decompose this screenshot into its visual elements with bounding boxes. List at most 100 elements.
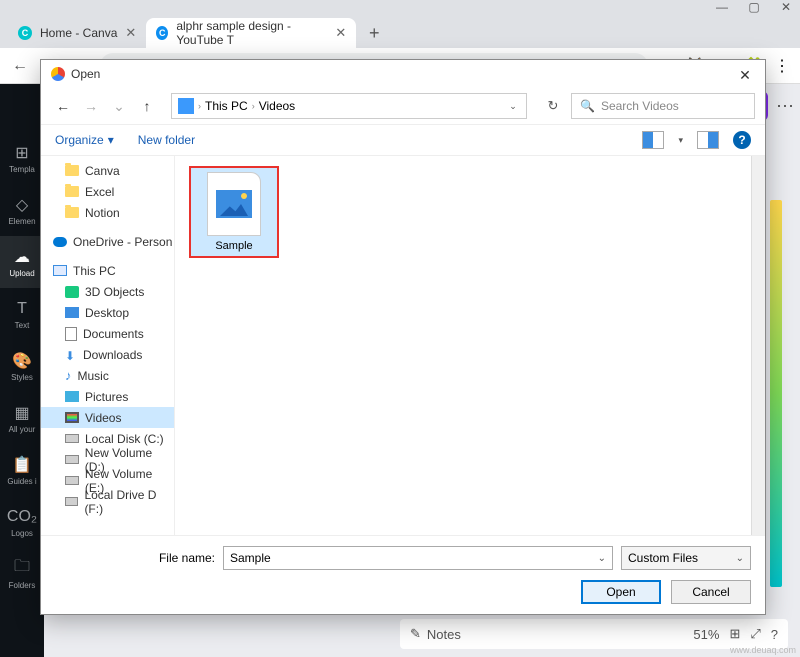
tree-item-onedrive[interactable]: OneDrive - Person <box>41 231 174 252</box>
expand-icon[interactable]: ⤢ <box>750 626 760 642</box>
nav-up-button[interactable]: ↑ <box>135 98 159 114</box>
chevron-right-icon: › <box>252 101 255 111</box>
tree-item-canva[interactable]: Canva <box>41 160 174 181</box>
dialog-footer: File name: Sample ⌄ Custom Files ⌄ Open … <box>41 535 765 614</box>
sidebar-item-folders[interactable]: 🗀Folders <box>0 548 44 600</box>
videos-folder-icon <box>178 98 194 114</box>
tree-item-downloads[interactable]: ⬇Downloads <box>41 344 174 365</box>
window-titlebar: — ▢ ✕ <box>0 0 800 14</box>
file-name: Sample <box>215 240 252 252</box>
close-window-button[interactable]: ✕ <box>780 1 792 13</box>
canvas-preview-edge <box>770 200 782 587</box>
sidebar-item-allyour[interactable]: ▦All your <box>0 392 44 444</box>
image-file-icon <box>207 172 261 236</box>
organize-button[interactable]: Organize ▾ <box>55 133 114 147</box>
cancel-button[interactable]: Cancel <box>671 580 751 604</box>
tab-canva-home[interactable]: C Home - Canva ✕ <box>8 18 146 48</box>
close-tab-icon[interactable]: ✕ <box>125 25 136 41</box>
sidebar-item-text[interactable]: TText <box>0 288 44 340</box>
tree-item-localdrive-f[interactable]: Local Drive D (F:) <box>41 491 174 512</box>
tree-item-music[interactable]: ♪Music <box>41 365 174 386</box>
more-button[interactable]: ⋯ <box>776 96 794 117</box>
dialog-body: Canva Excel Notion OneDrive - Person Thi… <box>41 156 765 535</box>
tree-item-desktop[interactable]: Desktop <box>41 302 174 323</box>
file-list-area[interactable]: Sample <box>175 156 751 535</box>
sidebar-item-uploads[interactable]: ☁Upload <box>0 236 44 288</box>
tab-alphr-design[interactable]: C alphr sample design - YouTube T ✕ <box>146 18 356 48</box>
back-button[interactable]: ← <box>10 57 30 75</box>
notes-button[interactable]: ✎ Notes <box>410 626 677 642</box>
canva-favicon: C <box>156 26 168 40</box>
desktop-icon <box>65 307 79 318</box>
nav-back-button[interactable]: ← <box>51 98 75 114</box>
nav-forward-button: → <box>79 98 103 114</box>
tree-item-thispc[interactable]: This PC <box>41 260 174 281</box>
folders-icon: 🗀 <box>12 559 32 579</box>
maximize-button[interactable]: ▢ <box>748 1 760 13</box>
new-folder-button[interactable]: New folder <box>138 133 195 147</box>
breadcrumb-videos[interactable]: Videos <box>259 99 295 113</box>
sidebar-item-logos[interactable]: CO₂Logos <box>0 496 44 548</box>
tab-label: alphr sample design - YouTube T <box>176 19 327 47</box>
filetype-select[interactable]: Custom Files ⌄ <box>621 546 751 570</box>
file-open-dialog: Open ✕ ← → ⌄ ↑ › This PC › Videos ⌄ ↻ 🔍 … <box>40 59 766 615</box>
dialog-close-button[interactable]: ✕ <box>729 64 761 86</box>
new-tab-button[interactable]: + <box>362 21 386 45</box>
chevron-down-icon[interactable]: ⌄ <box>598 553 606 564</box>
view-mode-button[interactable] <box>642 131 664 149</box>
tree-item-pictures[interactable]: Pictures <box>41 386 174 407</box>
folder-icon <box>65 165 79 176</box>
canva-sidebar: ⊞Templa ◇Elemen ☁Upload TText 🎨Styles ▦A… <box>0 84 44 657</box>
notes-label: Notes <box>427 627 461 642</box>
open-button[interactable]: Open <box>581 580 661 604</box>
chevron-right-icon: › <box>198 101 201 111</box>
dialog-nav-row: ← → ⌄ ↑ › This PC › Videos ⌄ ↻ 🔍 Search … <box>41 88 765 124</box>
sidebar-item-elements[interactable]: ◇Elemen <box>0 184 44 236</box>
sidebar-item-guides[interactable]: 📋Guides i <box>0 444 44 496</box>
chevron-down-icon[interactable]: ▾ <box>678 135 683 146</box>
drive-icon <box>65 455 79 464</box>
folder-icon <box>65 207 79 218</box>
dialog-title: Open <box>71 67 100 81</box>
scrollbar[interactable] <box>751 156 765 535</box>
close-tab-icon[interactable]: ✕ <box>335 25 346 41</box>
grid-view-icon[interactable]: ⊞ <box>729 626 740 642</box>
breadcrumb[interactable]: › This PC › Videos ⌄ <box>171 93 527 119</box>
guides-icon: 📋 <box>12 455 32 475</box>
help-button[interactable]: ? <box>733 131 751 149</box>
tree-item-excel[interactable]: Excel <box>41 181 174 202</box>
minimize-button[interactable]: — <box>716 1 728 13</box>
zoom-level[interactable]: 51% <box>693 627 719 642</box>
styles-icon: 🎨 <box>12 351 32 371</box>
file-item-sample[interactable]: Sample <box>189 166 279 258</box>
search-input[interactable]: 🔍 Search Videos <box>571 93 755 119</box>
search-placeholder: Search Videos <box>601 99 679 113</box>
tree-item-documents[interactable]: Documents <box>41 323 174 344</box>
preview-pane-button[interactable] <box>697 131 719 149</box>
grid-icon: ▦ <box>12 403 32 423</box>
tree-item-notion[interactable]: Notion <box>41 202 174 223</box>
dialog-titlebar: Open ✕ <box>41 60 765 88</box>
templates-icon: ⊞ <box>12 143 32 163</box>
filename-input[interactable]: Sample ⌄ <box>223 546 613 570</box>
videos-icon <box>65 412 79 423</box>
help-icon[interactable]: ? <box>771 627 778 642</box>
filename-label: File name: <box>55 551 215 565</box>
folder-tree[interactable]: Canva Excel Notion OneDrive - Person Thi… <box>41 156 175 535</box>
tree-item-3dobjects[interactable]: 3D Objects <box>41 281 174 302</box>
refresh-button[interactable]: ↻ <box>539 98 567 114</box>
upload-icon: ☁ <box>12 247 32 267</box>
watermark: www.deuaq.com <box>730 645 796 655</box>
browser-menu-icon[interactable]: ⋮ <box>774 56 790 76</box>
sidebar-item-templates[interactable]: ⊞Templa <box>0 132 44 184</box>
drive-icon <box>65 476 79 485</box>
sidebar-item-styles[interactable]: 🎨Styles <box>0 340 44 392</box>
nav-recent-button[interactable]: ⌄ <box>107 98 131 115</box>
drive-icon <box>65 497 78 506</box>
downloads-icon: ⬇ <box>65 349 77 361</box>
tabstrip: C Home - Canva ✕ C alphr sample design -… <box>0 14 800 48</box>
breadcrumb-dropdown[interactable]: ⌄ <box>506 101 520 112</box>
folder-icon <box>65 186 79 197</box>
tree-item-videos[interactable]: Videos <box>41 407 174 428</box>
breadcrumb-thispc[interactable]: This PC <box>205 99 248 113</box>
